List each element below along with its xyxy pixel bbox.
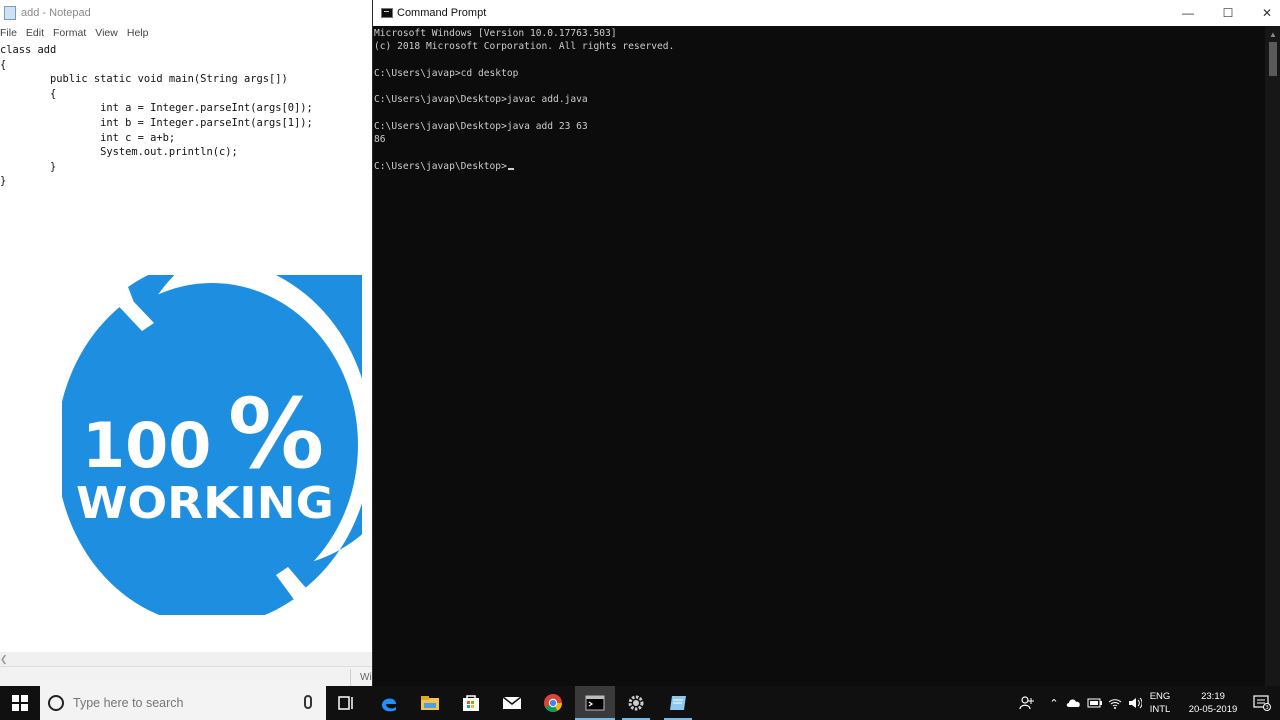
cmd-line	[374, 107, 674, 120]
store-icon	[463, 695, 479, 711]
scroll-up-icon[interactable]: ▲	[1269, 30, 1277, 39]
badge-word: WORKING	[76, 478, 334, 529]
wifi-icon	[1108, 699, 1122, 709]
file-explorer-icon	[421, 696, 439, 710]
notepad-taskbar-button[interactable]	[658, 686, 698, 720]
cmd-line: C:\Users\javap\Desktop>java add 23 63	[374, 121, 588, 133]
text-cursor	[507, 167, 514, 170]
notepad-text-area[interactable]: class add { public static void main(Stri…	[0, 43, 376, 189]
menu-format[interactable]: Format	[53, 26, 91, 42]
badge-percent: %	[228, 378, 324, 490]
cmd-vertical-scrollbar[interactable]: ▲	[1265, 26, 1280, 688]
notepad-titlebar[interactable]: add - Notepad	[0, 0, 376, 26]
notepad-status-text: Wi	[360, 672, 372, 683]
onedrive-icon	[1066, 699, 1080, 707]
wifi-button[interactable]	[1106, 686, 1124, 720]
edge-icon	[382, 698, 396, 712]
chrome-icon	[544, 694, 562, 713]
notepad-window: add - Notepad File Edit Format View Help…	[0, 0, 376, 688]
notepad-icon	[4, 6, 16, 20]
clock-date: 20-05-2019	[1188, 704, 1238, 715]
mail-button[interactable]	[492, 686, 532, 720]
settings-button[interactable]	[616, 686, 656, 720]
cmd-prompt: C:\Users\javap\Desktop>	[374, 160, 507, 172]
onedrive-button[interactable]	[1064, 686, 1084, 720]
battery-button[interactable]	[1086, 686, 1104, 720]
edge-button[interactable]	[369, 686, 409, 720]
maximize-button[interactable]: ☐	[1208, 0, 1248, 26]
cmd-titlebar[interactable]: Command Prompt — ☐ ✕	[373, 0, 1280, 26]
minimize-button[interactable]: —	[1168, 0, 1208, 26]
volume-icon	[1129, 697, 1142, 709]
task-view-icon	[338, 696, 353, 710]
notepad-menubar: File Edit Format View Help	[0, 26, 153, 42]
notepad-horizontal-scrollbar[interactable]: ❮	[0, 652, 376, 666]
input-language-button[interactable]: ENG INTL	[1146, 686, 1174, 720]
menu-file[interactable]: File	[0, 26, 22, 42]
notepad-icon	[670, 696, 686, 710]
command-prompt-icon	[585, 695, 605, 711]
command-prompt-taskbar-button[interactable]	[575, 686, 615, 720]
scrollbar-thumb[interactable]	[1269, 42, 1277, 76]
language-code: ENG	[1149, 691, 1171, 702]
badge-number: 100	[82, 409, 211, 482]
show-hidden-icons-button[interactable]: ⌃	[1046, 686, 1062, 720]
cmd-line: C:\Users\javap\Desktop>javac add.java	[374, 94, 588, 106]
notification-icon: 3	[1253, 695, 1271, 711]
cmd-line: (c) 2018 Microsoft Corporation. All righ…	[374, 41, 675, 53]
task-view-button[interactable]	[326, 686, 366, 720]
cmd-line: C:\Users\javap>cd desktop	[374, 67, 519, 79]
taskbar-search-box[interactable]	[40, 686, 326, 720]
start-button[interactable]	[0, 686, 40, 720]
cmd-window-icon	[381, 8, 393, 18]
notepad-title: add - Notepad	[21, 7, 91, 19]
cmd-line: 86	[374, 134, 386, 146]
chevron-up-icon: ⌃	[1049, 697, 1059, 710]
action-center-button[interactable]: 3	[1244, 686, 1280, 720]
cmd-prompt-line: C:\Users\javap\Desktop>	[374, 160, 674, 173]
store-button[interactable]	[451, 686, 491, 720]
cmd-line: Microsoft Windows [Version 10.0.17763.50…	[374, 28, 617, 39]
close-button[interactable]: ✕	[1247, 0, 1280, 26]
mail-icon	[502, 696, 522, 709]
settings-icon	[628, 695, 644, 711]
clock-button[interactable]: 23:19 20-05-2019	[1182, 686, 1244, 720]
menu-view[interactable]: View	[95, 26, 123, 42]
cmd-line	[374, 54, 674, 67]
scroll-left-icon[interactable]: ❮	[0, 654, 8, 665]
chrome-button[interactable]	[533, 686, 573, 720]
search-input[interactable]	[73, 696, 293, 710]
taskbar: ⌃ ENG INTL 23:19 20-05-2019 3	[0, 686, 1280, 720]
volume-button[interactable]	[1126, 686, 1144, 720]
menu-edit[interactable]: Edit	[26, 26, 49, 42]
people-button[interactable]	[1014, 686, 1040, 720]
microphone-icon[interactable]	[304, 695, 312, 709]
cmd-title: Command Prompt	[397, 7, 487, 19]
notification-count: 3	[1265, 705, 1269, 711]
cmd-console-output[interactable]: Microsoft Windows [Version 10.0.17763.50…	[374, 27, 674, 173]
people-icon	[1019, 696, 1034, 710]
windows-logo-icon	[12, 695, 28, 711]
clock-time: 23:19	[1201, 691, 1225, 702]
battery-icon	[1087, 698, 1102, 708]
keyboard-layout: INTL	[1149, 704, 1171, 715]
command-prompt-window: Command Prompt — ☐ ✕ Microsoft Windows […	[372, 0, 1280, 688]
cmd-line	[374, 80, 674, 93]
cmd-line	[374, 147, 674, 160]
menu-help[interactable]: Help	[127, 26, 154, 42]
cortana-icon	[48, 695, 64, 711]
file-explorer-button[interactable]	[410, 686, 450, 720]
notepad-status-bar: Wi	[0, 666, 376, 688]
100-percent-working-badge: 100 % WORKING	[56, 231, 376, 626]
